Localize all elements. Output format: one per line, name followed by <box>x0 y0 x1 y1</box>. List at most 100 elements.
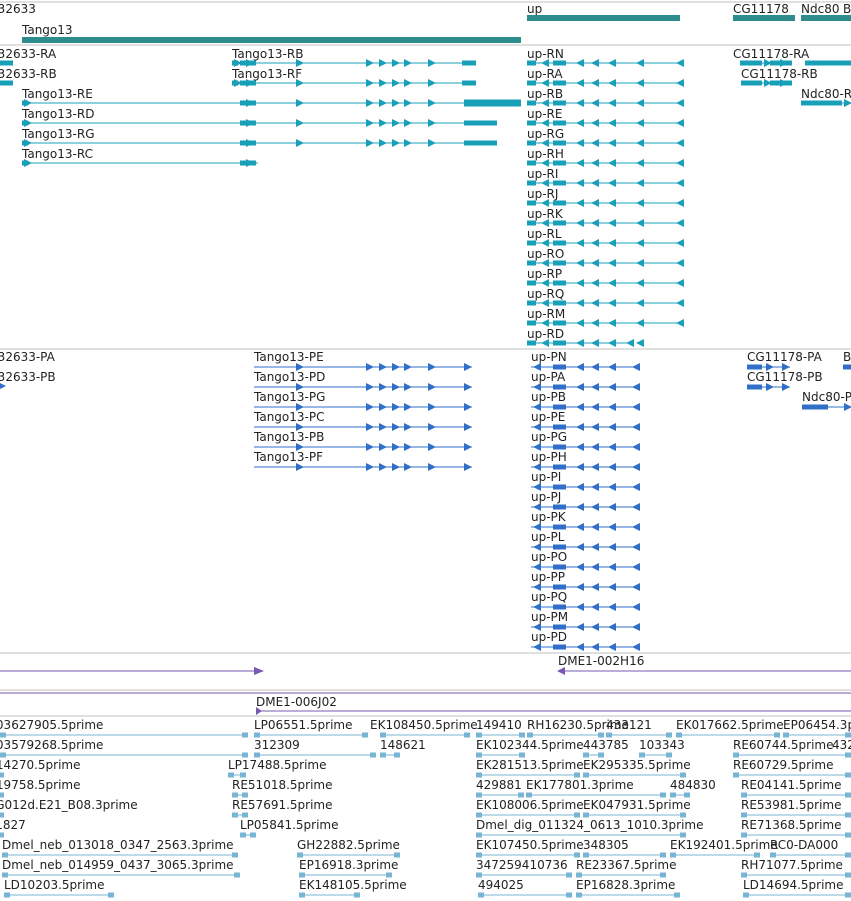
transcript-label[interactable]: CG32633-RB <box>0 67 57 81</box>
protein-label[interactable]: Tango13-PD <box>253 370 325 384</box>
protein-label[interactable]: CG11178-PA <box>747 350 823 364</box>
transcript-label[interactable]: up-RO <box>527 247 564 261</box>
gene-label[interactable]: up <box>527 2 542 16</box>
transcript-label[interactable]: up-RN <box>527 47 564 61</box>
est-label[interactable]: 312309 <box>254 738 300 752</box>
protein-label[interactable]: Ndc80-PA <box>802 390 851 404</box>
est-label[interactable]: LP17488.5prime <box>228 758 327 772</box>
gene-label[interactable]: Bt <box>843 2 851 16</box>
protein-label[interactable]: CG32633-PA <box>0 350 56 364</box>
protein-label[interactable]: up-PP <box>531 570 565 584</box>
protein-label[interactable]: Tango13-PE <box>253 350 324 364</box>
est-label[interactable]: EP06454.3prime <box>783 718 851 732</box>
est-label[interactable]: EK107450.5prime <box>476 838 584 852</box>
transcript-label[interactable]: up-RG <box>527 127 564 141</box>
est-label[interactable]: EK017662.5prime <box>676 718 784 732</box>
transcript-label[interactable]: up-RH <box>527 147 564 161</box>
protein-label[interactable]: up-PB <box>531 390 566 404</box>
protein-label[interactable]: Tango13-PC <box>253 410 324 424</box>
protein-label[interactable]: up-PK <box>531 510 567 524</box>
protein-label[interactable]: Tango13-PB <box>253 430 324 444</box>
transcript-label[interactable]: CG32633-RA <box>0 47 57 61</box>
protein-label[interactable]: Tango13-PF <box>253 450 323 464</box>
transcript-label[interactable]: up-RM <box>527 307 565 321</box>
genome-browser-canvas[interactable]: CG32633 Tango13 up CG11178 Ndc80 Bt CG32633-RA… <box>0 0 851 901</box>
transcript-label[interactable]: Tango13-RD <box>21 107 94 121</box>
est-label[interactable]: 443785 <box>583 738 629 752</box>
est-label[interactable]: 347259410736 <box>476 858 568 872</box>
gene-label[interactable]: Ndc80 <box>801 2 839 16</box>
transcript-label[interactable]: Ndc80-RA <box>801 87 851 101</box>
est-label[interactable]: 348305 <box>583 838 629 852</box>
est-label[interactable]: RE03579268.5prime <box>0 738 103 752</box>
protein-label[interactable]: up-PA <box>531 370 566 384</box>
contig-label[interactable]: DME1-002H16 <box>558 654 644 668</box>
protein-label[interactable]: up-PE <box>531 410 565 424</box>
protein-label[interactable]: up-PG <box>531 430 567 444</box>
est-label[interactable]: 481827 <box>0 818 26 832</box>
est-label[interactable]: LP06551.5prime <box>254 718 353 732</box>
est-label[interactable]: 432 <box>832 738 851 752</box>
est-label[interactable]: LD10203.5prime <box>4 878 105 892</box>
est-label[interactable]: Dmel_dig_011324_0613_1010.3prime <box>476 818 704 832</box>
transcript-label[interactable]: up-RJ <box>527 187 558 201</box>
est-label[interactable]: LD14694.5prime <box>743 878 844 892</box>
protein-label[interactable]: CG32633-PB <box>0 370 56 384</box>
est-label[interactable]: 484830 <box>670 778 716 792</box>
est-label[interactable]: RE53981.5prime <box>741 798 842 812</box>
est-label[interactable]: Dmel_neb_014959_0437_3065.3prime <box>2 858 234 872</box>
est-label[interactable]: RE51018.5prime <box>232 778 333 792</box>
transcript-label[interactable]: up-RQ <box>527 287 564 301</box>
est-label[interactable]: RC0-DA000 <box>770 838 838 852</box>
transcript-label[interactable]: CG11178-RA <box>733 47 810 61</box>
protein-label[interactable]: up-PL <box>531 530 565 544</box>
est-label[interactable]: RE60744.5prime <box>733 738 834 752</box>
est-label[interactable]: RE71368.5prime <box>741 818 842 832</box>
est-label[interactable]: 103343 <box>639 738 685 752</box>
contig-label[interactable]: DME1-006J02 <box>256 695 337 709</box>
est-label[interactable]: 148621 <box>380 738 426 752</box>
est-label[interactable]: EK047931.5prime <box>583 798 691 812</box>
est-label[interactable]: 494025 <box>478 878 524 892</box>
est-label[interactable]: GH22882.5prime <box>297 838 400 852</box>
protein-label[interactable]: up-PD <box>531 630 567 644</box>
protein-label[interactable]: up-PO <box>531 550 567 564</box>
transcript-label[interactable]: Tango13-RB <box>231 47 303 61</box>
est-label[interactable]: EK295335.5prime <box>583 758 691 772</box>
est-label[interactable]: EK281513.5prime <box>476 758 584 772</box>
gene-label[interactable]: CG32633 <box>0 2 36 16</box>
est-label[interactable]: 433121 <box>606 718 652 732</box>
protein-label[interactable]: up-PQ <box>531 590 567 604</box>
transcript-label[interactable]: up-RI <box>527 167 558 181</box>
est-label[interactable]: RE14270.5prime <box>0 758 81 772</box>
est-label[interactable]: 429881 <box>476 778 522 792</box>
est-label[interactable]: EK192401.5prime <box>670 838 778 852</box>
est-label[interactable]: RE60729.5prime <box>733 758 834 772</box>
est-label[interactable]: EK177801.3prime <box>526 778 634 792</box>
transcript-label[interactable]: up-RK <box>527 207 564 221</box>
est-label[interactable]: RH71077.5prime <box>741 858 843 872</box>
transcript-label[interactable]: up-RP <box>527 267 562 281</box>
est-label[interactable]: RE04141.5prime <box>741 778 842 792</box>
est-label[interactable]: RE23367.5prime <box>576 858 677 872</box>
est-label[interactable]: EK108006.5prime <box>476 798 584 812</box>
protein-label[interactable]: up-PJ <box>531 490 561 504</box>
est-label[interactable]: EP16828.3prime <box>576 878 675 892</box>
est-label[interactable]: EK148105.5prime <box>299 878 407 892</box>
transcript-label[interactable]: up-RD <box>527 327 564 341</box>
protein-label[interactable]: Tango13-PG <box>253 390 325 404</box>
est-label[interactable]: Dmel_neb_013018_0347_2563.3prime <box>2 838 234 852</box>
transcript-label[interactable]: up-RB <box>527 87 563 101</box>
transcript-label[interactable]: up-RA <box>527 67 563 81</box>
transcript-label[interactable]: up-RL <box>527 227 562 241</box>
est-label[interactable]: 149410 <box>476 718 522 732</box>
transcript-label[interactable]: up-RE <box>527 107 562 121</box>
protein-label[interactable]: up-PH <box>531 450 567 464</box>
est-label[interactable]: ESG012d.E21_B08.3prime <box>0 798 138 812</box>
est-label[interactable]: EK108450.5prime <box>370 718 478 732</box>
gene-label[interactable]: CG11178 <box>733 2 789 16</box>
protein-label[interactable]: CG11178-PB <box>747 370 823 384</box>
est-label[interactable]: LP05841.5prime <box>240 818 339 832</box>
est-label[interactable]: EP16918.3prime <box>299 858 398 872</box>
transcript-label[interactable]: Tango13-RF <box>231 67 302 81</box>
